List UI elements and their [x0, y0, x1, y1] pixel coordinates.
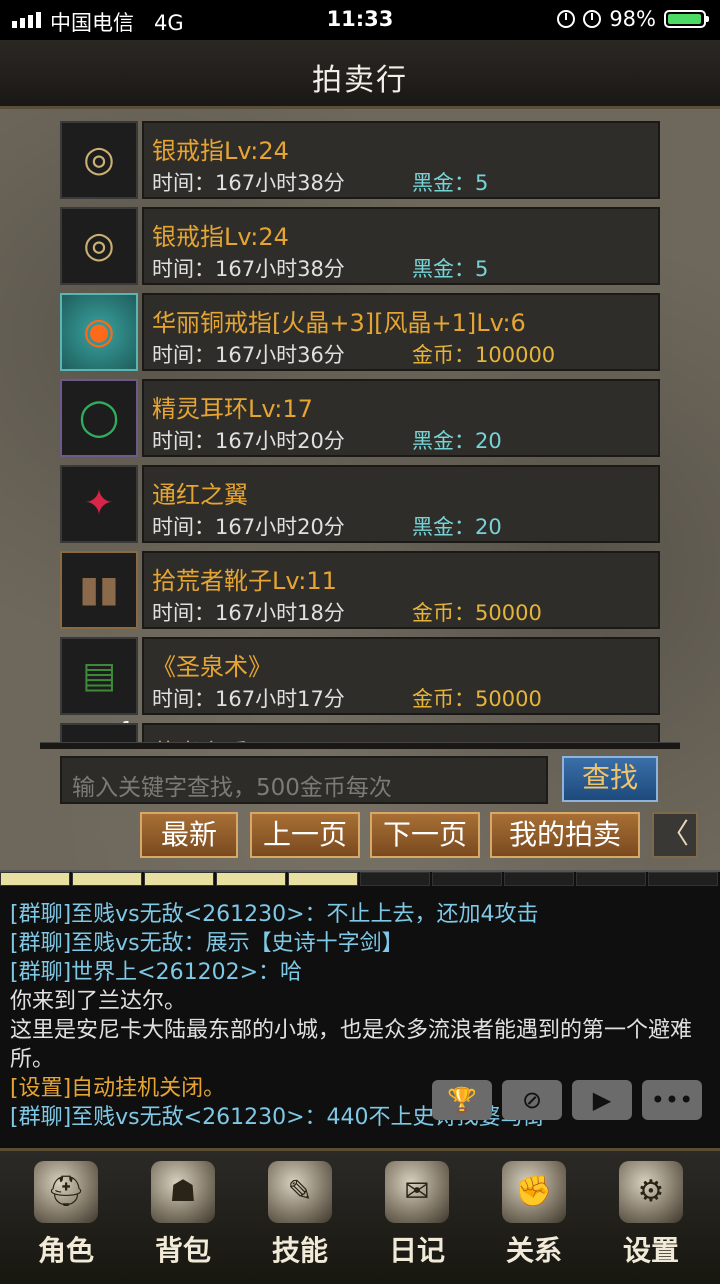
next-page-button[interactable]: 下一页	[370, 812, 480, 858]
nav-item[interactable]: ☗ 背包	[123, 1155, 243, 1280]
gear-icon: ⚙	[619, 1161, 683, 1223]
time-remaining: 时间：167小时38分	[152, 171, 345, 195]
time-remaining: 时间：167小时38分	[152, 257, 345, 281]
skill-book-icon: ✎	[268, 1161, 332, 1223]
my-auction-button[interactable]: 我的拍卖	[490, 812, 640, 858]
back-arrow-button[interactable]: 〈	[652, 812, 698, 858]
experience-bar	[0, 872, 720, 886]
item-name: 《圣泉术》	[152, 653, 272, 681]
listing-row[interactable]: ▮▮ 拾荒者靴子Lv:11 时间：167小时18分 金币：50000	[58, 551, 662, 631]
listing-row[interactable]: ◎ 银戒指Lv:24 时间：167小时38分 黑金：5	[58, 121, 662, 201]
item-price: 金币：100000	[412, 343, 556, 367]
time-remaining: 时间：167小时20分	[152, 515, 345, 539]
nav-label: 角色	[37, 1234, 94, 1267]
spellbook-icon[interactable]: ▤x1	[60, 637, 138, 739]
rotation-lock-icon	[557, 10, 576, 28]
silver-ring-icon[interactable]: ◎	[60, 121, 138, 199]
chat-message: [群聊]世界上<261202>：哈	[10, 960, 303, 985]
chat-panel: [群聊]至贱vs无敌<261230>：不止上去，还加4攻击 [群聊]至贱vs无敌：…	[0, 870, 720, 1150]
listing-row[interactable]: ◎ 银戒指Lv:24 时间：167小时38分 黑金：5	[58, 207, 662, 287]
status-bar: 中国电信 4G 11:33 98%	[0, 0, 720, 40]
search-button[interactable]: 查找	[562, 756, 658, 802]
alarm-icon	[583, 10, 602, 28]
jade-earring-icon[interactable]: ◯	[60, 379, 138, 457]
item-price: 金币：50000	[412, 687, 542, 711]
prev-page-button[interactable]: 上一页	[250, 812, 360, 858]
nav-label: 日记	[388, 1234, 445, 1267]
helmet-icon: ⛑	[34, 1161, 98, 1223]
listing-info[interactable]: 华丽铜戒指[火晶+3][风晶+1]Lv:6 时间：167小时36分 金币：10000…	[142, 293, 660, 371]
compass-icon[interactable]: ⊘	[502, 1080, 562, 1120]
chat-bubble-icon[interactable]: •••	[642, 1080, 702, 1120]
battery-icon	[664, 10, 709, 28]
item-name: 华丽铜戒指[火晶+3][风晶+1]Lv:6	[152, 309, 526, 337]
nav-item[interactable]: ✉ 日记	[357, 1155, 477, 1280]
item-name: 精灵耳环Lv:17	[152, 395, 313, 423]
item-price: 黑金：5	[412, 171, 489, 195]
auction-panel: ◎ 银戒指Lv:24 时间：167小时38分 黑金：5 ◎ 银戒指Lv:24 时间：167小…	[0, 109, 720, 870]
listing-info[interactable]: 精灵耳环Lv:17 时间：167小时20分 黑金：20	[142, 379, 660, 457]
item-price: 黑金：5	[412, 257, 489, 281]
time-remaining: 时间：167小时36分	[152, 343, 345, 367]
latest-button[interactable]: 最新	[140, 812, 238, 858]
nav-item[interactable]: ✎ 技能	[240, 1155, 360, 1280]
nav-label: 设置	[622, 1234, 679, 1267]
listing-info[interactable]: 银戒指Lv:24 时间：167小时38分 黑金：5	[142, 121, 660, 199]
chat-message: [群聊]至贱vs无敌：展示【史诗十字剑】	[10, 931, 404, 956]
chat-message: 你来到了兰达尔。	[10, 989, 187, 1014]
listing-row[interactable]: ▤x1 《圣泉术》时间：167小时17分 金币：50000	[58, 637, 662, 739]
time-remaining: 时间：167小时20分	[152, 429, 345, 453]
bottom-nav: ⛑ 角色 ☗ 背包 ✎ 技能 ✉ 日记 ✊ 关系 ⚙ 设置	[0, 1148, 720, 1284]
play-icon[interactable]: ▶	[572, 1080, 632, 1120]
list-divider	[40, 742, 680, 749]
chat-message: [群聊]至贱vs无敌<261230>：不止上去，还加4攻击	[10, 902, 539, 927]
scroll-icon: ✉	[385, 1161, 449, 1223]
listing-row[interactable]: ◉ 华丽铜戒指[火晶+3][风晶+1]Lv:6 时间：167小时36分 金币：1000…	[58, 293, 662, 373]
item-name: 拾荒者靴子Lv:11	[152, 567, 337, 595]
silver-ring-icon[interactable]: ◎	[60, 207, 138, 285]
listing-info[interactable]: 通红之翼时间：167小时20分 黑金：20	[142, 465, 660, 543]
listing-info[interactable]: 《圣泉术》时间：167小时17分 金币：50000	[142, 637, 660, 715]
red-wing-icon[interactable]: ✦	[60, 465, 138, 543]
listing-list[interactable]: ◎ 银戒指Lv:24 时间：167小时38分 黑金：5 ◎ 银戒指Lv:24 时间：167小…	[58, 121, 662, 747]
trophy-icon[interactable]: 🏆	[432, 1080, 492, 1120]
nav-item[interactable]: ⛑ 角色	[6, 1155, 126, 1280]
time-remaining: 时间：167小时17分	[152, 687, 345, 711]
nav-item[interactable]: ✊ 关系	[474, 1155, 594, 1280]
copper-ring-icon[interactable]: ◉	[60, 293, 138, 371]
gauntlet-icon: ✊	[502, 1161, 566, 1223]
search-input[interactable]: 输入关键字查找，500金币每次	[60, 756, 548, 804]
chat-message: 这里是安尼卡大陆最东部的小城，也是众多流浪者能遇到的第一个避难所。	[10, 1018, 693, 1072]
listing-row[interactable]: ◯ 精灵耳环Lv:17 时间：167小时20分 黑金：20	[58, 379, 662, 459]
item-price: 黑金：20	[412, 429, 502, 453]
item-price: 黑金：20	[412, 515, 502, 539]
battery-percent: 98%	[609, 7, 656, 31]
title-bar: 拍卖行	[0, 40, 720, 109]
listing-info[interactable]: 银戒指Lv:24 时间：167小时38分 黑金：5	[142, 207, 660, 285]
item-name: 通红之翼	[152, 481, 248, 509]
item-name: 银戒指Lv:24	[152, 137, 289, 165]
nav-label: 关系	[505, 1234, 562, 1267]
item-name: 银戒指Lv:24	[152, 223, 289, 251]
item-price: 金币：50000	[412, 601, 542, 625]
time-remaining: 时间：167小时18分	[152, 601, 345, 625]
nav-label: 背包	[154, 1234, 211, 1267]
listing-info[interactable]: 拾荒者靴子Lv:11 时间：167小时18分 金币：50000	[142, 551, 660, 629]
backpack-icon: ☗	[151, 1161, 215, 1223]
nav-label: 技能	[271, 1234, 328, 1267]
boots-icon[interactable]: ▮▮	[60, 551, 138, 629]
nav-item[interactable]: ⚙ 设置	[591, 1155, 711, 1280]
page-title: 拍卖行	[312, 63, 408, 98]
listing-row[interactable]: ✦ 通红之翼时间：167小时20分 黑金：20	[58, 465, 662, 545]
